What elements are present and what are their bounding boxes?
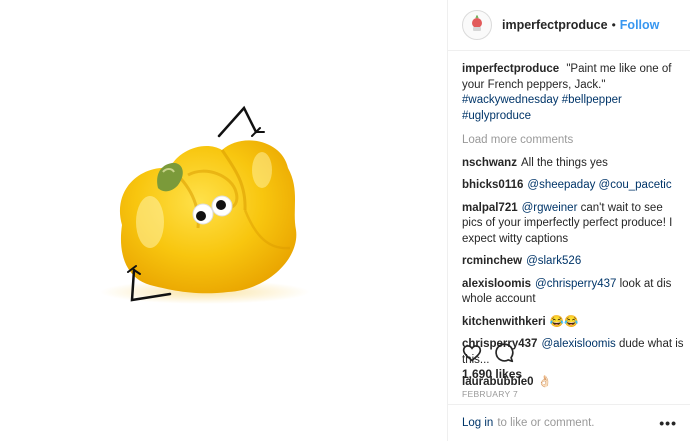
post-sidebar: imperfectproduce • Follow imperfectprodu… bbox=[447, 0, 690, 441]
yellow-pepper-illustration bbox=[100, 105, 310, 304]
comment-username[interactable]: nschwanz bbox=[462, 157, 517, 169]
heart-icon[interactable] bbox=[462, 343, 482, 363]
comment-bubble-icon[interactable] bbox=[494, 343, 514, 363]
comment-username[interactable]: rcminchew bbox=[462, 255, 522, 267]
instagram-post: imperfectproduce • Follow imperfectprodu… bbox=[0, 0, 690, 441]
comment-mention[interactable]: @sheepaday bbox=[527, 179, 595, 191]
comment-mention[interactable]: @cou_pacetic bbox=[599, 179, 672, 191]
comment-mention[interactable]: @chrisperry437 bbox=[535, 278, 616, 290]
comment-row: alexisloomis @chrisperry437 look at dis w… bbox=[462, 277, 684, 308]
comment-row: kitchenwithkeri 😂😂 bbox=[462, 315, 684, 331]
comment-row: bhicks0116 @sheepaday @cou_pacetic bbox=[462, 178, 684, 194]
post-footer: Log in to like or comment. ••• bbox=[448, 404, 690, 441]
header-username[interactable]: imperfectproduce bbox=[502, 18, 608, 32]
caption-username[interactable]: imperfectproduce bbox=[462, 63, 559, 75]
post-date: FEBRUARY 7 bbox=[462, 389, 519, 399]
comment-mention[interactable]: @alexisloomis bbox=[541, 338, 615, 350]
load-more-comments-link[interactable]: Load more comments bbox=[462, 133, 684, 149]
comment-username[interactable]: alexisloomis bbox=[462, 278, 531, 290]
follow-button[interactable]: Follow bbox=[620, 18, 660, 32]
comment-text: All the things yes bbox=[520, 156, 608, 169]
footer-text: to like or comment. bbox=[497, 417, 595, 429]
login-link[interactable]: Log in bbox=[462, 417, 493, 429]
post-caption: imperfectproduce "Paint me like one of y… bbox=[462, 62, 684, 124]
comment-username[interactable]: kitchenwithkeri bbox=[462, 316, 546, 328]
comment-text: 😂😂 bbox=[549, 315, 579, 328]
comment-row: malpal721 @rgweiner can't wait to see pic… bbox=[462, 201, 684, 248]
header-separator: • bbox=[611, 18, 616, 32]
avatar[interactable] bbox=[462, 10, 492, 40]
comment-username[interactable]: malpal721 bbox=[462, 202, 518, 214]
post-header: imperfectproduce • Follow bbox=[448, 0, 690, 51]
comment-row: nschwanz All the things yes bbox=[462, 156, 684, 172]
comment-row: rcminchew @slark526 bbox=[462, 254, 684, 270]
comment-mention[interactable]: @slark526 bbox=[526, 255, 581, 267]
comment-username[interactable]: bhicks0116 bbox=[462, 179, 523, 191]
caption-hashtags-2[interactable]: #uglyproduce bbox=[462, 110, 531, 122]
post-actions bbox=[462, 343, 526, 363]
comment-mention[interactable]: @rgweiner bbox=[522, 202, 578, 214]
comment-text: 👌🏻 bbox=[537, 376, 552, 388]
more-options-icon[interactable]: ••• bbox=[659, 415, 677, 431]
caption-hashtags[interactable]: #wackywednesday #bellpepper bbox=[462, 94, 622, 106]
googly-eye-left bbox=[192, 203, 214, 225]
googly-eye-right bbox=[211, 195, 233, 217]
likes-count[interactable]: 1,690 likes bbox=[462, 367, 522, 381]
post-image[interactable] bbox=[0, 0, 447, 441]
imperfect-produce-logo-icon bbox=[472, 15, 482, 31]
